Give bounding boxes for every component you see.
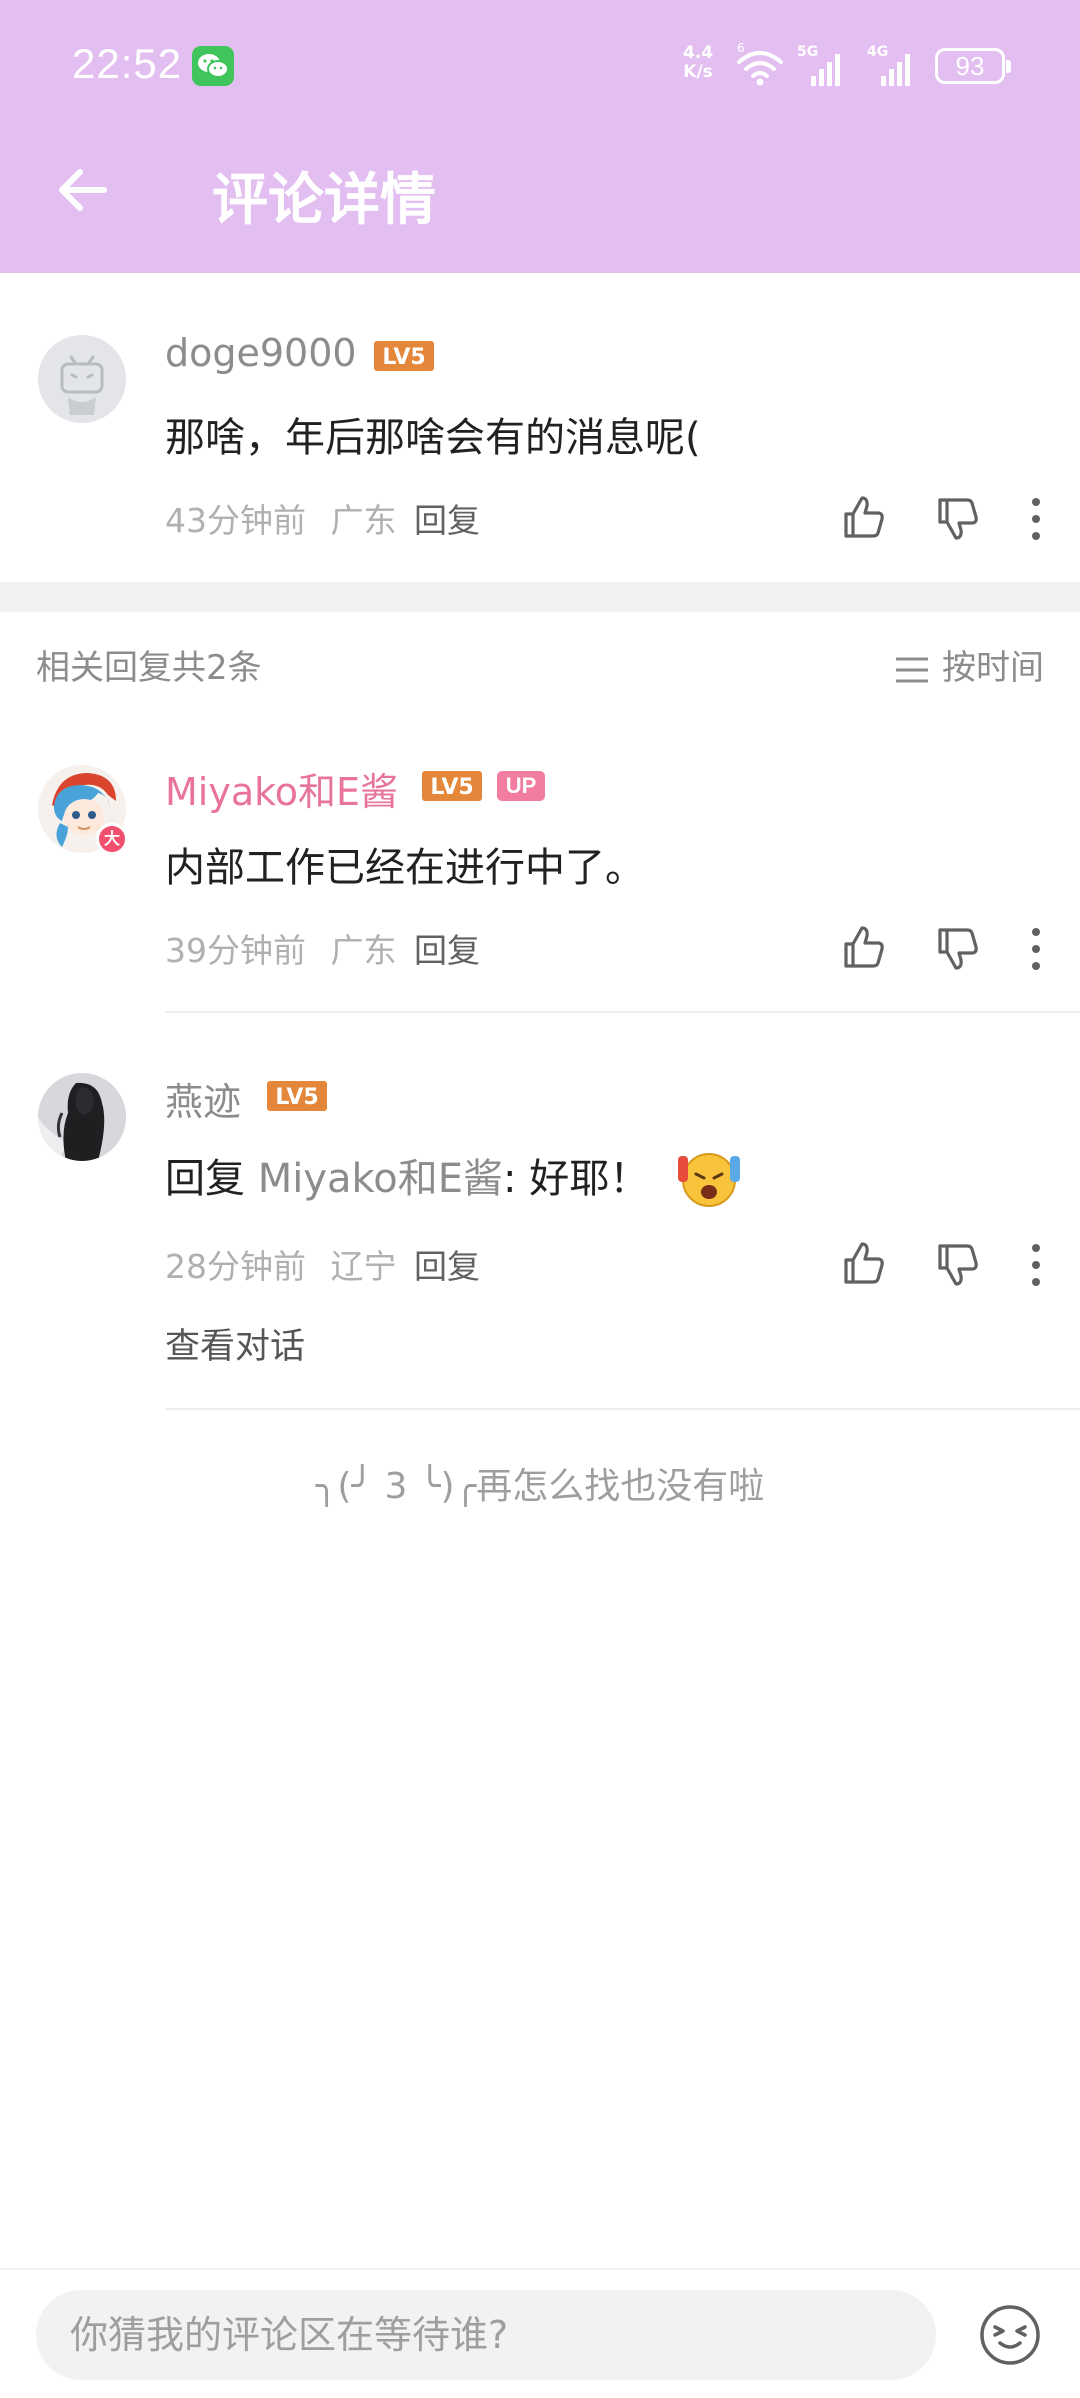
list-sort-icon	[896, 657, 928, 682]
comment-text: 那啥，年后那啥会有的消息呢(	[165, 415, 701, 461]
reply-button[interactable]: 回复	[414, 924, 480, 972]
net-speed-value: 4.4	[683, 43, 714, 63]
net-speed-unit: K/s	[683, 62, 713, 82]
username[interactable]: doge9000	[165, 331, 357, 375]
avatar[interactable]: 大	[38, 765, 128, 855]
end-of-list-message: ╮(╯ 3 ╰)╭再怎么找也没有啦	[315, 1466, 765, 1507]
avatar[interactable]	[38, 335, 126, 423]
like-icon[interactable]	[838, 492, 888, 542]
app-header: 22:52 4.4 K/s 6 5G 4G 93 评论详情	[0, 0, 1080, 273]
replies-count: 相关回复共2条	[36, 648, 262, 688]
vip-badge: 大	[96, 823, 128, 855]
reply-button[interactable]: 回复	[414, 494, 480, 542]
reply-button[interactable]: 回复	[414, 1240, 480, 1288]
comment-text: 回复 Miyako和E酱: 好耶！	[165, 1146, 742, 1208]
comment-location: 辽宁	[330, 1247, 397, 1286]
user-avatar-image	[38, 1073, 126, 1161]
comment-text: 内部工作已经在进行中了。	[165, 845, 645, 891]
section-divider	[0, 582, 1080, 612]
up-badge: UP	[497, 771, 545, 801]
page-title: 评论详情	[212, 168, 436, 233]
like-icon[interactable]	[838, 922, 888, 972]
back-arrow-icon[interactable]	[52, 160, 112, 220]
reply-prefix: 回复	[165, 1156, 258, 1202]
comment-meta: 28分钟前 辽宁	[165, 1240, 397, 1288]
comment-meta: 39分钟前 广东	[165, 924, 397, 972]
battery-indicator: 93	[935, 48, 1011, 84]
svg-text:6: 6	[737, 42, 745, 55]
level-badge: LV5	[422, 771, 482, 801]
comment-input-bar: 你猜我的评论区在等待谁?	[0, 2268, 1080, 2398]
status-bar: 22:52 4.4 K/s 6 5G 4G 93	[0, 30, 1080, 100]
avatar[interactable]	[38, 1073, 126, 1161]
comment-input[interactable]: 你猜我的评论区在等待谁?	[36, 2290, 936, 2380]
dislike-icon[interactable]	[932, 1240, 982, 1290]
level-badge: LV5	[267, 1081, 327, 1111]
network-speed: 4.4 K/s	[683, 44, 713, 82]
sort-button[interactable]: 按时间	[894, 640, 1044, 689]
reply-divider	[165, 1408, 1080, 1410]
dislike-icon[interactable]	[932, 494, 982, 544]
default-avatar-icon	[38, 335, 126, 423]
level-badge-text: LV5	[430, 775, 473, 800]
comment-location: 广东	[330, 931, 397, 970]
more-options-icon[interactable]	[1012, 1240, 1060, 1290]
reply-text: : 好耶！	[503, 1156, 650, 1202]
username[interactable]: Miyako和E酱	[165, 761, 398, 816]
comment-location: 广东	[330, 501, 397, 540]
level-badge: LV5	[374, 341, 434, 371]
status-time: 22:52	[72, 40, 183, 87]
username[interactable]: 燕迹	[165, 1071, 241, 1126]
svg-text:4G: 4G	[867, 44, 888, 60]
surprised-emoji-icon	[677, 1153, 740, 1207]
comment-meta: 43分钟前 广东	[165, 494, 397, 542]
level-badge-text: LV5	[275, 1085, 318, 1110]
mention-link[interactable]: Miyako和E酱	[258, 1156, 503, 1202]
svg-text:5G: 5G	[797, 44, 818, 60]
view-conversation-link[interactable]: 查看对话	[165, 1318, 305, 1369]
reply-divider	[165, 1011, 1080, 1013]
sort-label: 按时间	[942, 648, 1044, 688]
level-badge-text: LV5	[382, 345, 425, 370]
comment-time: 28分钟前	[165, 1247, 306, 1286]
more-options-icon[interactable]	[1012, 494, 1060, 544]
dislike-icon[interactable]	[932, 924, 982, 974]
more-options-icon[interactable]	[1012, 924, 1060, 974]
comment-time: 43分钟前	[165, 501, 306, 540]
like-icon[interactable]	[838, 1238, 888, 1288]
emoji-icon[interactable]	[978, 2303, 1042, 2367]
signal-icons: 6 5G 4G	[737, 42, 910, 86]
comment-time: 39分钟前	[165, 931, 306, 970]
wechat-notification-icon	[192, 46, 234, 86]
